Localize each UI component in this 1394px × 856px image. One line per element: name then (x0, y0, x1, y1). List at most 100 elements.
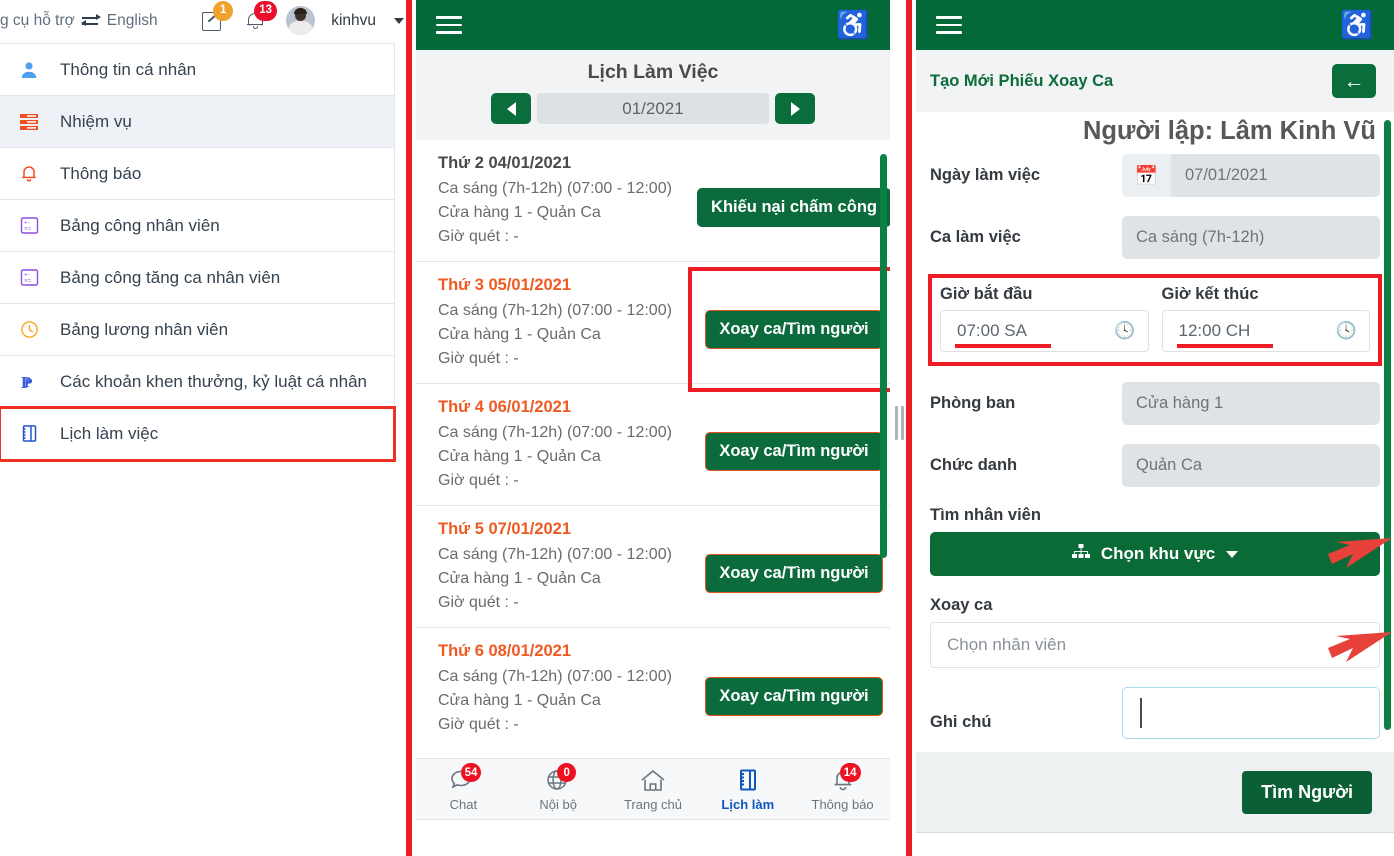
nav-item-chat[interactable]: 54 Chat (416, 763, 511, 812)
sidebar-item-lich-lam-viec[interactable]: Lịch làm việc (0, 406, 396, 462)
row-shift: Ca sáng (7h-12h) (07:00 - 12:00) (438, 546, 672, 563)
panel-separator-left (406, 0, 412, 856)
svg-text:×=: ×= (24, 227, 32, 233)
role-value[interactable]: Quản Ca (1122, 444, 1380, 487)
clock-icon[interactable]: 🕓 (1114, 321, 1135, 341)
notebook-icon (18, 423, 40, 445)
end-time-input[interactable]: 12:00 CH 🕓 (1161, 310, 1370, 352)
chevron-down-icon[interactable] (394, 17, 404, 24)
rotation-form: Ngày làm việc 📅 07/01/2021 Ca làm việc C… (916, 154, 1394, 739)
field-start-time: Giờ bắt đầu 07:00 SA 🕓 (940, 285, 1149, 352)
clock-icon[interactable]: 🕓 (1336, 321, 1357, 341)
row-scan-time: Giờ quét : - (438, 716, 519, 733)
username-label[interactable]: kinhvu (331, 12, 376, 30)
sidebar-item-bang-cong-nhan-vien[interactable]: +- ×= Bảng công nhân viên (0, 200, 394, 252)
user-account-icon[interactable]: ♿ (836, 11, 870, 39)
schedule-row: Thứ 4 06/01/2021 Ca sáng (7h-12h) (07:00… (416, 384, 890, 506)
select-area-label: Chọn khu vực (1100, 544, 1216, 563)
schedule-row: Thứ 3 05/01/2021 Ca sáng (7h-12h) (07:00… (416, 262, 890, 392)
form-scrollbar[interactable] (1384, 120, 1391, 730)
sidebar-item-thong-tin-ca-nhan[interactable]: Thông tin cá nhân (0, 44, 394, 96)
timesheet-icon: +- ×= (18, 215, 40, 237)
language-swap-icon[interactable] (80, 13, 101, 28)
next-month-button[interactable] (775, 93, 815, 124)
field-work-date: Ngày làm việc 📅 07/01/2021 (930, 154, 1380, 197)
schedule-title-bar: Lịch Làm Việc 01/2021 (416, 50, 890, 140)
department-value[interactable]: Cửa hàng 1 (1122, 382, 1380, 425)
row-shift: Ca sáng (7h-12h) (07:00 - 12:00) (438, 424, 672, 441)
user-account-icon[interactable]: ♿ (1340, 11, 1374, 39)
row-shift: Ca sáng (7h-12h) (07:00 - 12:00) (438, 668, 672, 685)
sidebar-item-label: Các khoản khen thưởng, kỷ luật cá nhân (60, 371, 367, 391)
screen-root: g cụ hỗ trợ English 1 13 kinhvu Thông ti… (0, 0, 1394, 856)
employee-select[interactable]: Chọn nhân viên (930, 622, 1380, 668)
sidebar-item-khen-thuong-ky-luat[interactable]: PP Các khoản khen thưởng, kỷ luật cá nhâ… (0, 356, 394, 408)
end-time-value: 12:00 CH (1178, 321, 1251, 340)
svg-text:P: P (25, 375, 33, 390)
field-label: Giờ bắt đầu (940, 285, 1033, 303)
work-date-value[interactable]: 07/01/2021 (1171, 154, 1380, 197)
current-month-display[interactable]: 01/2021 (537, 93, 769, 124)
notebook-icon (731, 766, 765, 794)
field-role: Chức danh Quản Ca (930, 444, 1380, 487)
nav-label: Trang chủ (623, 797, 683, 812)
form-title: Tạo Mới Phiếu Xoay Ca (930, 71, 1114, 90)
find-people-button[interactable]: Tìm Người (1242, 770, 1372, 814)
topbar-left-group: g cụ hỗ trợ English (0, 12, 158, 30)
page-title: Lịch Làm Việc (587, 61, 719, 83)
month-navigator: 01/2021 (416, 93, 890, 124)
sidebar-item-thong-bao[interactable]: Thông báo (0, 148, 394, 200)
compose-button[interactable]: 1 (202, 0, 234, 34)
hamburger-menu-icon[interactable] (436, 16, 462, 34)
time-range-highlight-group: Giờ bắt đầu 07:00 SA 🕓 Giờ kết thúc 12:0… (928, 274, 1382, 366)
back-button[interactable]: ← (1332, 64, 1376, 98)
sidebar-item-bang-luong[interactable]: Bảng lương nhân viên (0, 304, 394, 356)
rotate-shift-button[interactable]: Xoay ca/Tìm người (705, 554, 883, 593)
rotate-shift-button[interactable]: Xoay ca/Tìm người (705, 676, 883, 716)
field-label: Ca làm việc (930, 228, 1021, 246)
avatar[interactable] (286, 6, 316, 35)
creator-label: Người lập: Lâm Kinh Vũ (1082, 117, 1376, 145)
mobile-form-panel: ♿ Tạo Mới Phiếu Xoay Ca ← Người lập: Lâm… (916, 0, 1394, 856)
noibo-badge: 0 (557, 763, 577, 782)
hamburger-menu-icon[interactable] (936, 16, 962, 34)
mobile-header: ♿ (916, 0, 1394, 50)
prev-month-button[interactable] (491, 93, 531, 124)
mobile-header: ♿ (416, 0, 890, 50)
chevron-right-icon (790, 101, 800, 116)
field-label: Ngày làm việc (930, 166, 1041, 184)
nav-item-trang-chu[interactable]: Trang chủ (606, 766, 701, 812)
row-shift: Ca sáng (7h-12h) (07:00 - 12:00) (438, 180, 672, 197)
rotate-shift-button[interactable]: Xoay ca/Tìm người (705, 432, 883, 471)
notifications-button[interactable]: 13 (244, 0, 277, 34)
thongbao-badge: 14 (839, 763, 861, 782)
start-time-value: 07:00 SA (957, 321, 1027, 340)
row-date: Thứ 3 05/01/2021 (438, 276, 572, 294)
sidebar-item-nhiem-vu[interactable]: Nhiệm vụ (0, 96, 394, 148)
sidebar-item-label: Nhiệm vụ (60, 111, 132, 131)
nav-item-lich-lam[interactable]: Lịch làm (700, 766, 795, 812)
chat-icon: 54 (446, 763, 482, 794)
start-time-input[interactable]: 07:00 SA 🕓 (940, 310, 1149, 352)
calendar-icon[interactable]: 📅 (1122, 154, 1171, 197)
panel-drag-handle[interactable] (892, 405, 906, 441)
nav-item-noi-bo[interactable]: 0 Nội bộ (511, 763, 606, 812)
field-label: Giờ kết thúc (1161, 285, 1259, 303)
schedule-row: Thứ 5 07/01/2021 Ca sáng (7h-12h) (07:00… (416, 506, 890, 628)
schedule-scrollbar[interactable] (880, 154, 887, 558)
field-end-time: Giờ kết thúc 12:00 CH 🕓 (1161, 285, 1370, 352)
chevron-down-icon (1226, 550, 1239, 558)
globe-icon: 0 (541, 763, 577, 794)
row-scan-time: Giờ quét : - (438, 594, 519, 611)
schedule-row: Thứ 2 04/01/2021 Ca sáng (7h-12h) (07:00… (416, 140, 890, 262)
sidebar-item-bang-cong-tang-ca[interactable]: +- ×= Bảng công tăng ca nhân viên (0, 252, 394, 304)
shift-value[interactable]: Ca sáng (7h-12h) (1122, 216, 1380, 259)
nav-item-thong-bao[interactable]: 14 Thông báo (795, 763, 890, 812)
complaint-button[interactable]: Khiếu nại chấm công (697, 188, 890, 227)
language-label[interactable]: English (107, 12, 158, 30)
sidebar-item-label: Bảng lương nhân viên (60, 319, 229, 339)
highlight-box (688, 267, 890, 392)
select-area-button[interactable]: Chọn khu vực (930, 532, 1380, 576)
support-tools-label[interactable]: g cụ hỗ trợ (0, 12, 75, 30)
note-textarea[interactable] (1122, 687, 1380, 739)
